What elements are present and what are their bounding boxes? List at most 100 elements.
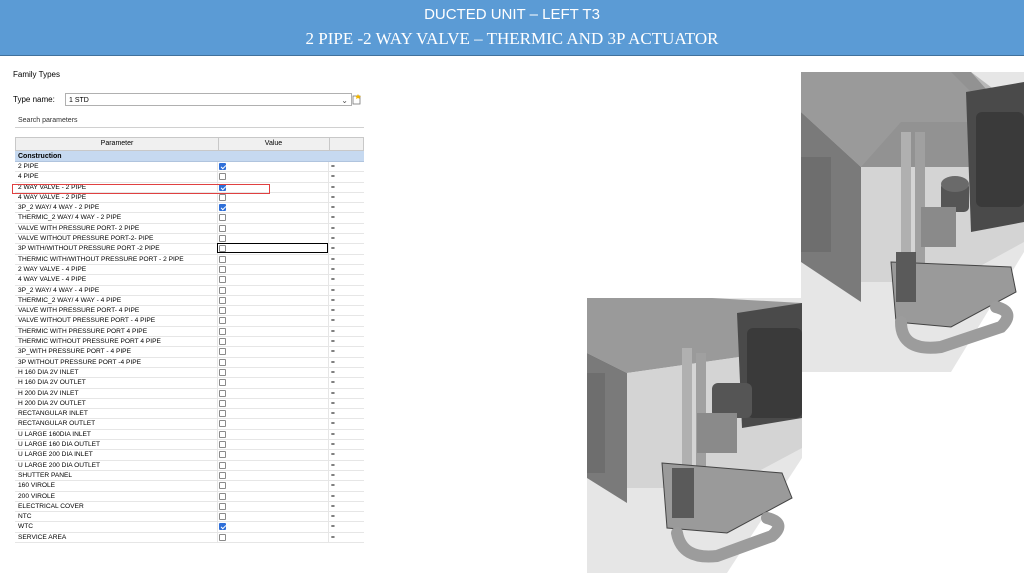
formula-cell[interactable]: = bbox=[331, 461, 335, 471]
formula-cell[interactable]: = bbox=[331, 389, 335, 399]
parameter-row[interactable]: NTC = bbox=[15, 512, 364, 523]
formula-cell[interactable]: = bbox=[331, 471, 335, 481]
parameter-checkbox[interactable] bbox=[219, 420, 226, 428]
formula-cell[interactable]: = bbox=[331, 172, 335, 182]
column-header-value[interactable]: Value bbox=[218, 138, 330, 150]
formula-cell[interactable]: = bbox=[331, 296, 335, 306]
formula-cell[interactable]: = bbox=[331, 440, 335, 450]
formula-cell[interactable]: = bbox=[331, 316, 335, 326]
formula-cell[interactable]: = bbox=[331, 306, 335, 316]
formula-cell[interactable]: = bbox=[331, 502, 335, 512]
parameter-row[interactable]: RECTANGULAR INLET = bbox=[15, 409, 364, 420]
formula-cell[interactable]: = bbox=[331, 522, 335, 532]
parameter-checkbox[interactable] bbox=[219, 327, 226, 335]
parameter-checkbox[interactable] bbox=[219, 193, 226, 201]
parameter-row[interactable]: H 160 DIA 2V OUTLET = bbox=[15, 378, 364, 389]
formula-cell[interactable]: = bbox=[331, 244, 335, 254]
formula-cell[interactable]: = bbox=[331, 378, 335, 388]
parameter-checkbox[interactable] bbox=[219, 399, 226, 407]
formula-cell[interactable]: = bbox=[331, 368, 335, 378]
parameter-checkbox[interactable] bbox=[219, 389, 226, 397]
parameter-checkbox[interactable] bbox=[219, 513, 226, 521]
formula-cell[interactable]: = bbox=[331, 337, 335, 347]
parameter-checkbox[interactable] bbox=[219, 410, 226, 418]
formula-cell[interactable]: = bbox=[331, 450, 335, 460]
parameter-checkbox[interactable] bbox=[219, 441, 226, 449]
formula-cell[interactable]: = bbox=[331, 347, 335, 357]
parameter-row[interactable]: THERMIC_2 WAY/ 4 WAY - 4 PIPE = bbox=[15, 295, 364, 307]
parameter-checkbox[interactable] bbox=[219, 235, 226, 243]
formula-cell[interactable]: = bbox=[331, 224, 335, 234]
parameter-row[interactable]: 2 PIPE = bbox=[15, 162, 364, 173]
formula-cell[interactable]: = bbox=[331, 203, 335, 213]
new-type-icon[interactable] bbox=[352, 94, 362, 105]
parameter-row[interactable]: 4 WAY VALVE - 4 PIPE = bbox=[15, 275, 364, 286]
formula-cell[interactable]: = bbox=[331, 162, 335, 172]
parameter-checkbox[interactable] bbox=[219, 276, 226, 284]
formula-cell[interactable]: = bbox=[331, 430, 335, 440]
parameter-checkbox[interactable] bbox=[219, 368, 226, 376]
formula-cell[interactable]: = bbox=[331, 255, 335, 265]
parameter-checkbox[interactable] bbox=[219, 533, 226, 541]
formula-cell[interactable]: = bbox=[331, 419, 335, 429]
parameter-checkbox[interactable] bbox=[219, 224, 226, 232]
parameter-row[interactable]: 3P WITHOUT PRESSURE PORT -4 PIPE = bbox=[15, 357, 364, 368]
parameter-checkbox[interactable] bbox=[219, 265, 226, 273]
parameter-row[interactable]: 3P_2 WAY/ 4 WAY - 4 PIPE = bbox=[15, 285, 364, 296]
parameter-checkbox[interactable] bbox=[219, 338, 226, 346]
parameter-checkbox[interactable] bbox=[219, 307, 226, 315]
formula-cell[interactable]: = bbox=[331, 533, 335, 543]
parameter-checkbox[interactable] bbox=[219, 502, 226, 510]
parameter-row[interactable]: H 200 DIA 2V INLET = bbox=[15, 388, 364, 399]
parameter-row[interactable]: WTC = bbox=[15, 522, 364, 533]
parameter-checkbox[interactable] bbox=[219, 348, 226, 356]
parameter-row[interactable]: RECTANGULAR OUTLET = bbox=[15, 419, 364, 430]
formula-cell[interactable]: = bbox=[331, 492, 335, 502]
parameter-row[interactable]: 3P WITH/WITHOUT PRESSURE PORT -2 PIPE = bbox=[15, 243, 364, 255]
parameter-checkbox[interactable] bbox=[219, 451, 226, 459]
parameter-checkbox[interactable] bbox=[219, 255, 226, 263]
parameter-row[interactable]: H 200 DIA 2V OUTLET = bbox=[15, 398, 364, 410]
parameter-row[interactable]: 200 VIROLE = bbox=[15, 491, 364, 502]
formula-cell[interactable]: = bbox=[331, 193, 335, 203]
parameter-checkbox[interactable] bbox=[219, 173, 226, 181]
parameter-row[interactable]: VALVE WITH PRESSURE PORT- 4 PIPE = bbox=[15, 306, 364, 317]
parameter-checkbox[interactable] bbox=[219, 204, 226, 212]
parameter-row[interactable]: VALVE WITH PRESSURE PORT- 2 PIPE = bbox=[15, 223, 364, 235]
formula-cell[interactable]: = bbox=[331, 265, 335, 275]
parameter-row[interactable]: THERMIC WITH/WITHOUT PRESSURE PORT - 2 P… bbox=[15, 254, 364, 265]
formula-cell[interactable]: = bbox=[331, 512, 335, 522]
parameter-row[interactable]: U LARGE 160DIA INLET = bbox=[15, 429, 364, 441]
parameter-checkbox[interactable] bbox=[219, 461, 226, 469]
parameter-checkbox[interactable] bbox=[219, 317, 226, 325]
formula-cell[interactable]: = bbox=[331, 409, 335, 419]
parameter-row[interactable]: ELECTRICAL COVER = bbox=[15, 501, 364, 513]
parameter-checkbox[interactable] bbox=[219, 358, 226, 366]
parameter-row[interactable]: U LARGE 200 DIA INLET = bbox=[15, 450, 364, 461]
parameter-row[interactable]: THERMIC WITH PRESSURE PORT 4 PIPE = bbox=[15, 326, 364, 338]
parameter-row[interactable]: U LARGE 160 DIA OUTLET = bbox=[15, 440, 364, 451]
formula-cell[interactable]: = bbox=[331, 399, 335, 409]
parameter-row[interactable]: VALVE WITHOUT PRESSURE PORT - 4 PIPE = bbox=[15, 316, 364, 327]
parameter-row[interactable]: 3P_WITH PRESSURE PORT - 4 PIPE = bbox=[15, 347, 364, 358]
parameter-row[interactable]: H 160 DIA 2V INLET = bbox=[15, 367, 364, 379]
formula-cell[interactable]: = bbox=[331, 286, 335, 296]
parameter-row[interactable]: SHUTTER PANEL = bbox=[15, 470, 364, 482]
formula-cell[interactable]: = bbox=[331, 234, 335, 244]
parameter-row[interactable]: THERMIC WITHOUT PRESSURE PORT 4 PIPE = bbox=[15, 337, 364, 348]
parameter-row[interactable]: SERVICE AREA = bbox=[15, 532, 364, 543]
formula-cell[interactable]: = bbox=[331, 183, 335, 193]
parameter-checkbox[interactable] bbox=[219, 163, 226, 170]
formula-cell[interactable]: = bbox=[331, 213, 335, 223]
parameter-checkbox[interactable] bbox=[219, 296, 226, 304]
formula-cell[interactable]: = bbox=[331, 327, 335, 337]
parameter-row[interactable]: U LARGE 200 DIA OUTLET = bbox=[15, 460, 364, 471]
search-parameters-input[interactable]: Search parameters bbox=[15, 114, 364, 128]
parameter-row[interactable]: 4 WAY VALVE - 2 PIPE = bbox=[15, 192, 364, 204]
parameter-checkbox[interactable] bbox=[219, 379, 226, 387]
parameter-checkbox[interactable] bbox=[219, 214, 226, 222]
group-header-construction[interactable]: Construction bbox=[15, 151, 364, 162]
column-header-parameter[interactable]: Parameter bbox=[16, 138, 219, 150]
parameter-row[interactable]: 4 PIPE = bbox=[15, 172, 364, 183]
type-name-select[interactable]: 1 STD ⌄ bbox=[65, 93, 352, 106]
